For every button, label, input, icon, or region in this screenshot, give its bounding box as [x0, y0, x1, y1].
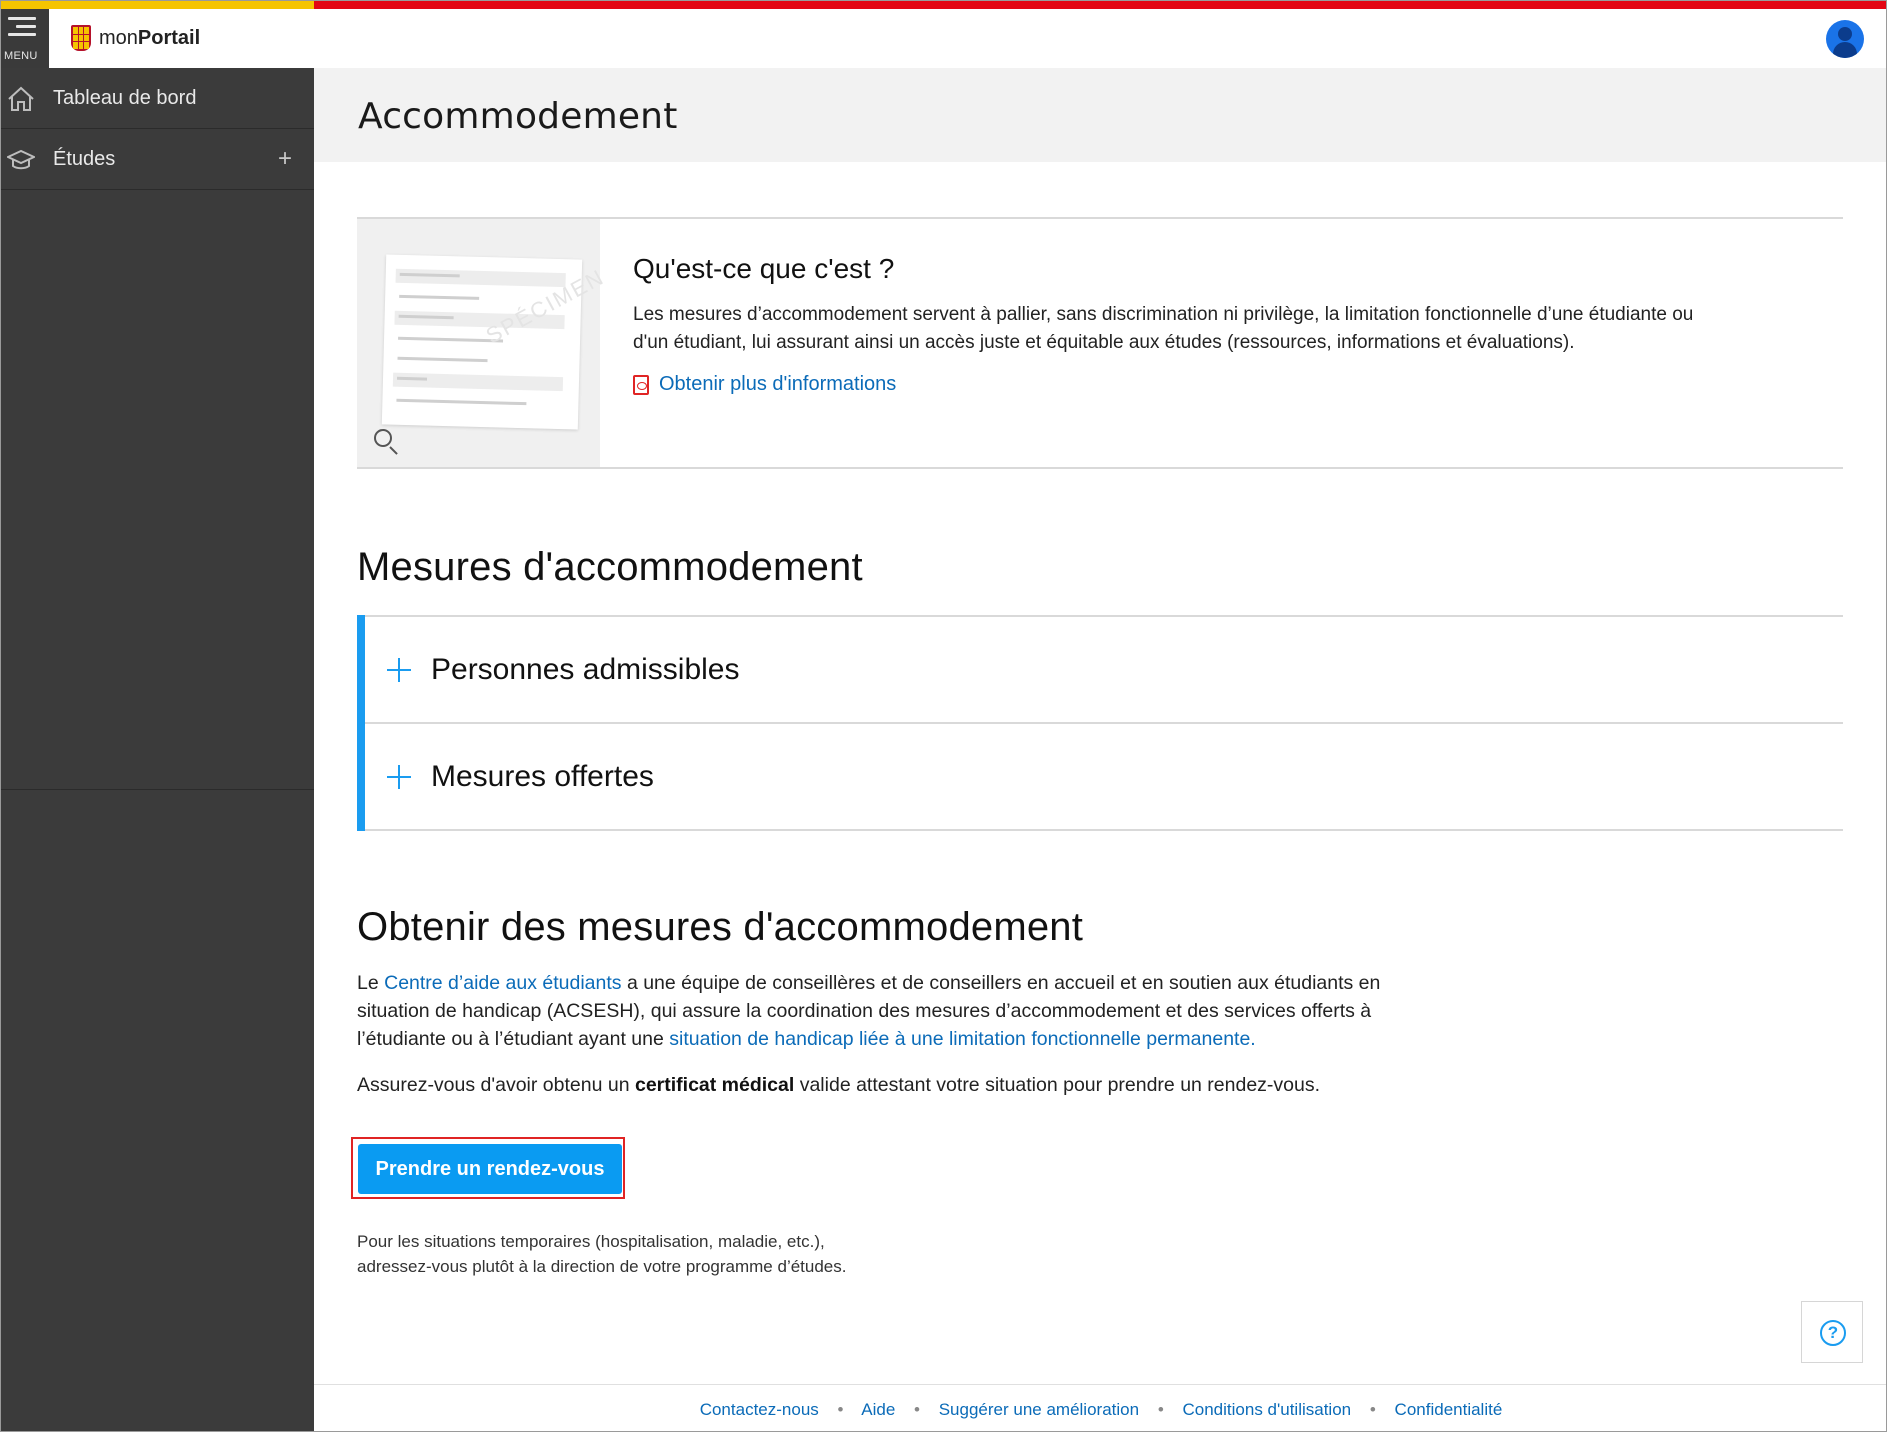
magnifier-icon[interactable]: [374, 429, 392, 447]
stripe-yellow: [1, 1, 314, 9]
plus-icon: [387, 657, 411, 682]
hamburger-icon: [8, 17, 36, 41]
obtain-heading: Obtenir des mesures d'accommodement: [357, 905, 1084, 949]
document-thumbnail[interactable]: SPÉCIMEN: [357, 219, 609, 467]
user-avatar-icon[interactable]: [1826, 20, 1864, 58]
help-question-icon: ?: [1820, 1320, 1846, 1346]
footer: Contactez-nous • Aide • Suggérer une amé…: [314, 1384, 1886, 1431]
footer-link-aide[interactable]: Aide: [861, 1400, 895, 1419]
accordion-item-mesures-offertes[interactable]: Mesures offertes: [365, 722, 1843, 831]
more-info-link[interactable]: Obtenir plus d'informations: [633, 373, 1733, 396]
expand-plus-icon[interactable]: +: [278, 145, 292, 173]
home-icon: [8, 86, 34, 111]
footer-separator: •: [914, 1400, 920, 1419]
obtain-paragraph: Le Centre d’aide aux étudiants a une équ…: [357, 972, 1381, 1050]
footer-link-conditions[interactable]: Conditions d'utilisation: [1183, 1400, 1352, 1419]
document-preview-image: SPÉCIMEN: [381, 254, 609, 430]
info-card: SPÉCIMEN Qu'est-ce que c'est ? Les mesur…: [357, 217, 1843, 469]
info-description: Les mesures d’accommodement servent à pa…: [633, 304, 1694, 353]
sidebar-divider: [1, 789, 314, 790]
sidebar: Tableau de bord Études +: [1, 68, 314, 1431]
sidebar-item-tableau-de-bord[interactable]: Tableau de bord: [1, 68, 314, 129]
plus-icon: [387, 764, 411, 789]
info-text-block: Qu'est-ce que c'est ? Les mesures d’acco…: [633, 253, 1733, 396]
footer-link-suggerer[interactable]: Suggérer une amélioration: [939, 1400, 1139, 1419]
monportail-logo[interactable]: monPortail: [71, 25, 200, 51]
page-title: Accommodement: [358, 96, 678, 137]
footer-separator: •: [1157, 1400, 1164, 1419]
page-title-band: Accommodement: [314, 68, 1886, 162]
pdf-icon: [633, 374, 649, 395]
app-window: MENU monPortail Tableau de bord Études +…: [0, 0, 1887, 1432]
sidebar-item-label: Tableau de bord: [53, 86, 197, 109]
temporary-situations-note: Pour les situations temporaires (hospita…: [357, 1232, 847, 1276]
accordion-label: Personnes admissibles: [431, 652, 740, 686]
top-color-stripe: [1, 1, 1886, 9]
measures-accordion: Personnes admissibles Mesures offertes: [357, 615, 1843, 831]
menu-label: MENU: [4, 50, 38, 62]
university-crest-icon: [71, 25, 91, 51]
measures-heading: Mesures d'accommodement: [357, 545, 863, 589]
accordion-item-personnes-admissibles[interactable]: Personnes admissibles: [365, 615, 1843, 722]
footer-separator: •: [1369, 1400, 1376, 1419]
accordion-label: Mesures offertes: [431, 759, 654, 793]
handicap-link[interactable]: situation de handicap liée à une limitat…: [669, 1028, 1255, 1050]
certificate-paragraph: Assurez-vous d'avoir obtenu un certifica…: [357, 1074, 1321, 1096]
menu-button[interactable]: MENU: [1, 9, 49, 68]
brand-name: monPortail: [99, 26, 201, 49]
graduation-cap-icon: [7, 149, 35, 170]
sidebar-item-etudes[interactable]: Études +: [1, 129, 314, 190]
sidebar-item-label: Études: [53, 147, 116, 170]
footer-link-confidentialite[interactable]: Confidentialité: [1395, 1400, 1503, 1419]
footer-link-contact[interactable]: Contactez-nous: [700, 1400, 819, 1419]
top-header: MENU monPortail: [1, 9, 1886, 68]
info-heading: Qu'est-ce que c'est ?: [633, 253, 895, 284]
more-info-link-label: Obtenir plus d'informations: [659, 373, 897, 395]
help-button[interactable]: ?: [1801, 1301, 1863, 1363]
appointment-button[interactable]: Prendre un rendez-vous: [358, 1144, 622, 1194]
centre-aide-link[interactable]: Centre d’aide aux étudiants: [384, 972, 621, 994]
footer-separator: •: [837, 1400, 844, 1419]
stripe-red: [314, 1, 1886, 9]
